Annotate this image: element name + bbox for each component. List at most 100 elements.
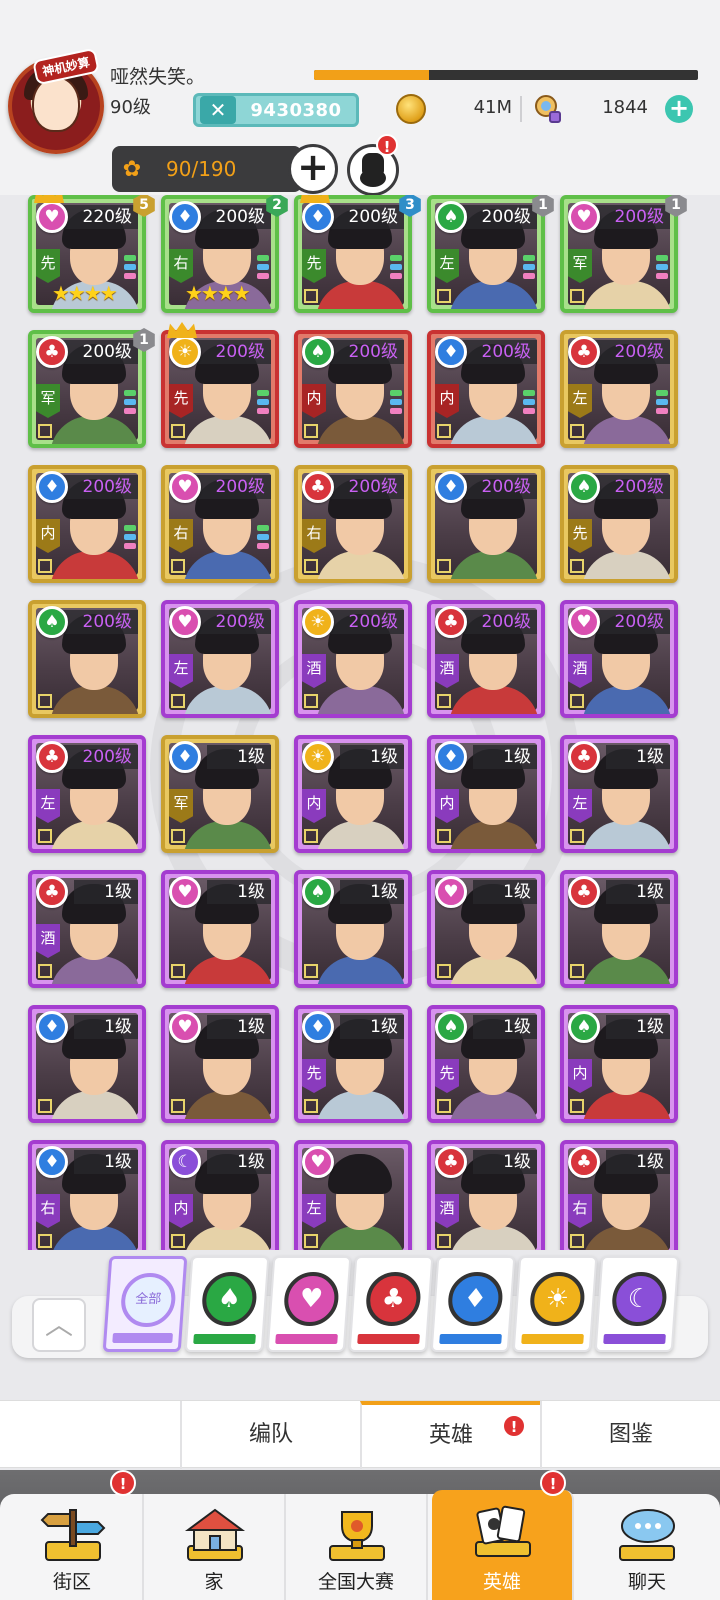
hero-position-tag: 酒 bbox=[435, 1194, 459, 1228]
hero-level: 1级 bbox=[473, 1150, 537, 1174]
hero-capacity-value: 90/190 bbox=[166, 157, 237, 181]
hero-card[interactable]: 1级 ♣ 右 bbox=[560, 1140, 678, 1250]
hero-position-tag: 左 bbox=[435, 249, 459, 283]
filter-color-bar bbox=[112, 1333, 173, 1343]
hero-robe bbox=[316, 416, 406, 444]
hero-card[interactable]: 200级 ♣ 左 bbox=[28, 735, 146, 853]
combat-power-value: 9430380 bbox=[250, 99, 342, 121]
diamond-suit-icon: ♦ bbox=[36, 1011, 68, 1043]
hero-card[interactable]: 1级 ♦ 右 bbox=[28, 1140, 146, 1250]
hero-card[interactable]: 1级 ♥ bbox=[161, 1005, 279, 1123]
filter-heart[interactable]: ♥ bbox=[266, 1256, 352, 1352]
hero-card[interactable]: 1级 ♠ 内 bbox=[560, 1005, 678, 1123]
hero-level: 1级 bbox=[207, 1015, 271, 1039]
add-gems-button[interactable]: + bbox=[665, 95, 693, 123]
heart-filter-icon: ♥ bbox=[282, 1272, 341, 1326]
nav-chat[interactable]: 聊天 bbox=[576, 1494, 718, 1600]
advisor-alert-badge: ! bbox=[376, 134, 398, 156]
hero-attribute-bars bbox=[390, 390, 402, 417]
hero-level: 1级 bbox=[74, 1150, 138, 1174]
hero-card[interactable]: 200级 ☀ 先 bbox=[161, 330, 279, 448]
hero-card[interactable]: 200级 ♦ 内 bbox=[427, 330, 545, 448]
hero-card[interactable]: 1级 ♣ 酒 bbox=[28, 870, 146, 988]
expand-capacity-button[interactable]: + bbox=[288, 144, 338, 194]
hero-card[interactable]: 200级 ♥ 左 bbox=[161, 600, 279, 718]
hero-card[interactable]: 200级 ♠ 内 bbox=[294, 330, 412, 448]
hero-card[interactable]: 1级 ♥ bbox=[427, 870, 545, 988]
gem-icon bbox=[535, 95, 561, 123]
hero-card[interactable]: 1级 ♠ 先 bbox=[427, 1005, 545, 1123]
filter-club[interactable]: ♣ bbox=[348, 1256, 434, 1352]
hero-card[interactable]: 200级 ☀ 酒 bbox=[294, 600, 412, 718]
hero-position-tag: 酒 bbox=[302, 654, 326, 688]
hero-card[interactable]: 200级 ♣ 左 bbox=[560, 330, 678, 448]
tab-codex[interactable]: 图鉴 bbox=[540, 1401, 720, 1469]
hero-slot-marker bbox=[38, 1099, 52, 1113]
hero-level: 1级 bbox=[340, 1015, 404, 1039]
nav-home[interactable]: 家 bbox=[144, 1494, 286, 1600]
hero-card[interactable]: 200级 ♠ bbox=[28, 600, 146, 718]
hero-position-tag: 酒 bbox=[435, 654, 459, 688]
hero-card[interactable]: 1级 ☾ 内 bbox=[161, 1140, 279, 1250]
hero-card[interactable]: 200级 ♣ 酒 bbox=[427, 600, 545, 718]
tab-formation[interactable]: 编队 bbox=[180, 1401, 360, 1469]
filter-color-bar bbox=[357, 1334, 420, 1344]
club-suit-icon: ♣ bbox=[568, 336, 600, 368]
hero-card[interactable]: 1级 ♣ bbox=[560, 870, 678, 988]
nav-heroes[interactable]: 英雄 bbox=[432, 1490, 574, 1600]
hero-card[interactable]: 200级 ♠ 左 bbox=[427, 195, 545, 313]
hero-card[interactable]: 1级 ♦ 先 bbox=[294, 1005, 412, 1123]
hero-attribute-bars bbox=[656, 390, 668, 417]
filter-spade[interactable]: ♠ bbox=[184, 1256, 270, 1352]
scroll-top-button[interactable]: ︿ bbox=[32, 1298, 86, 1352]
hero-card[interactable]: 200级 ♦ bbox=[427, 465, 545, 583]
hero-card[interactable]: 200级 ♥ 右 bbox=[161, 465, 279, 583]
filter-all[interactable]: 全部 bbox=[102, 1256, 188, 1352]
hero-position-tag: 内 bbox=[568, 1059, 592, 1093]
hero-card[interactable]: 1级 ♣ 左 bbox=[560, 735, 678, 853]
hero-robe bbox=[582, 956, 672, 984]
hero-card[interactable]: 200级 ♥ 军 bbox=[560, 195, 678, 313]
gold-coin-icon bbox=[396, 94, 426, 124]
hero-card[interactable]: 200级 ♠ 先 bbox=[560, 465, 678, 583]
gold-amount: 41M bbox=[473, 97, 512, 118]
hero-robe bbox=[50, 956, 140, 984]
heroes-nav-alert-badge: ! bbox=[540, 1470, 566, 1496]
hero-level: 1级 bbox=[473, 1015, 537, 1039]
heart-suit-icon: ♥ bbox=[435, 876, 467, 908]
hero-robe bbox=[183, 551, 273, 579]
hero-card[interactable]: 1级 ♦ 内 bbox=[427, 735, 545, 853]
filter-diamond[interactable]: ♦ bbox=[430, 1256, 516, 1352]
filter-moon[interactable]: ☾ bbox=[594, 1256, 680, 1352]
filter-sun[interactable]: ☀ bbox=[512, 1256, 598, 1352]
hero-robe bbox=[183, 416, 273, 444]
nav-contest[interactable]: 全国大赛 bbox=[286, 1494, 428, 1600]
hero-card[interactable]: 1级 ♥ bbox=[161, 870, 279, 988]
hero-card[interactable]: 1级 ♠ bbox=[294, 870, 412, 988]
hero-card[interactable]: 220级 ♥ 先 ★★★★ bbox=[28, 195, 146, 313]
hero-level: 1级 bbox=[207, 1150, 271, 1174]
hero-robe bbox=[183, 1091, 273, 1119]
nav-street[interactable]: 街区 bbox=[2, 1494, 144, 1600]
hero-hair bbox=[328, 1154, 392, 1194]
hero-card[interactable]: 200级 ♦ 内 bbox=[28, 465, 146, 583]
hero-card[interactable]: 1级 ☀ 内 bbox=[294, 735, 412, 853]
hero-robe bbox=[316, 1091, 406, 1119]
hero-card[interactable]: 1级 ♣ 酒 bbox=[427, 1140, 545, 1250]
hero-card[interactable]: 1级 ♦ 军 bbox=[161, 735, 279, 853]
hero-card[interactable]: 1级 ♦ bbox=[28, 1005, 146, 1123]
hero-card[interactable]: ♥ 左 bbox=[294, 1140, 412, 1250]
hero-level: 1级 bbox=[606, 745, 670, 769]
hero-slot-marker bbox=[304, 964, 318, 978]
hero-card[interactable]: 200级 ♥ 酒 bbox=[560, 600, 678, 718]
hero-level: 1级 bbox=[340, 745, 404, 769]
player-avatar[interactable]: 神机妙算 bbox=[4, 47, 108, 166]
hero-card[interactable]: 200级 ♣ 军 bbox=[28, 330, 146, 448]
hero-level: 1级 bbox=[606, 1150, 670, 1174]
hero-slot-marker bbox=[570, 829, 584, 843]
hero-card[interactable]: 200级 ♣ 右 bbox=[294, 465, 412, 583]
hero-card[interactable]: 200级 ♦ 右 ★★★★ bbox=[161, 195, 279, 313]
hero-card[interactable]: 200级 ♦ 先 bbox=[294, 195, 412, 313]
hero-robe bbox=[316, 956, 406, 984]
spade-suit-icon: ♠ bbox=[568, 1011, 600, 1043]
